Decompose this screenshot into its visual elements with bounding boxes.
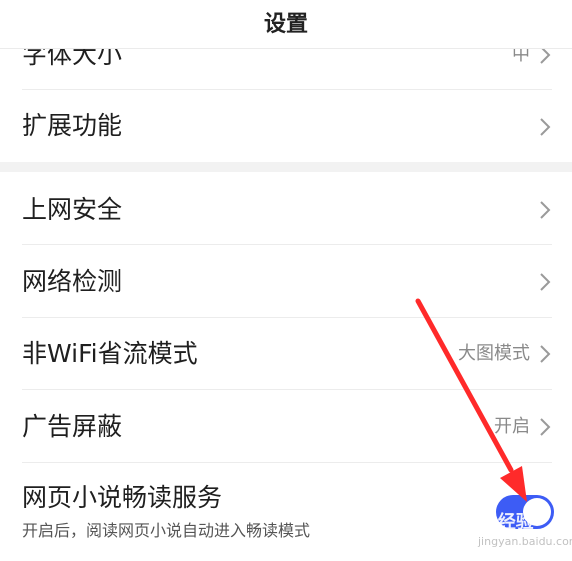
setting-value: 开启 [494, 416, 530, 437]
chevron-right-icon [540, 345, 551, 363]
setting-row-network-check[interactable]: 网络检测 [0, 245, 572, 318]
setting-label: 广告屏蔽 [22, 412, 123, 441]
header-bar: 设置 [0, 0, 572, 49]
chevron-right-icon [540, 118, 551, 136]
chevron-right-icon [540, 201, 551, 219]
setting-row-ad-block[interactable]: 广告屏蔽 开启 [0, 390, 572, 463]
chevron-right-icon [540, 418, 551, 436]
baidu-watermark: Baidu经验 [440, 508, 534, 534]
watermark-url: jingyan.baidu.com [478, 535, 572, 548]
page-title: 设置 [263, 12, 308, 37]
watermark-brand: Baidu经验 [440, 512, 534, 533]
setting-label: 上网安全 [22, 195, 123, 224]
watermark-url-text: jingyan.baidu.com [478, 535, 572, 548]
setting-label: 网络检测 [22, 267, 123, 296]
setting-row-web-security[interactable]: 上网安全 [0, 172, 572, 245]
setting-description: 开启后，阅读网页小说自动进入畅读模式 [22, 521, 311, 540]
setting-label: 非WiFi省流模式 [22, 339, 198, 368]
setting-row-extensions[interactable]: 扩展功能 [0, 90, 572, 162]
section-gap [0, 162, 572, 172]
setting-label: 扩展功能 [22, 111, 123, 140]
chevron-right-icon [540, 273, 551, 291]
setting-row-non-wifi-mode[interactable]: 非WiFi省流模式 大图模式 [0, 318, 572, 390]
setting-value: 大图模式 [458, 343, 530, 364]
setting-label: 网页小说畅读服务 [22, 483, 223, 512]
